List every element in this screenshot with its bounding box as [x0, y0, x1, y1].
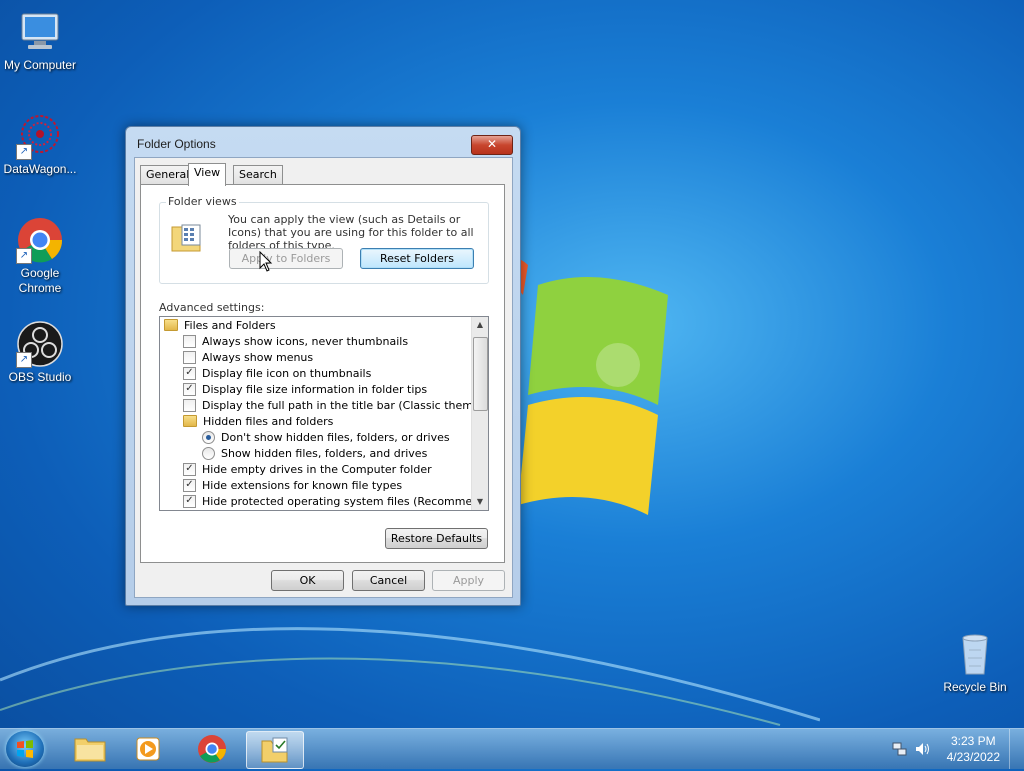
desktop-icon-label: DataWagon... — [3, 162, 77, 176]
datawagon-icon: ↗ — [16, 112, 64, 160]
checkbox[interactable]: ✓ — [183, 366, 196, 380]
list-item-label: Always show icons, never thumbnails — [202, 335, 409, 348]
clock[interactable]: 3:23 PM 4/23/2022 — [947, 733, 1000, 765]
computer-icon — [16, 8, 64, 56]
advanced-settings-list: Files and Folders Always show icons, neve… — [159, 316, 489, 511]
mouse-cursor-icon — [259, 251, 273, 272]
restore-defaults-button[interactable]: Restore Defaults — [385, 528, 488, 549]
chrome-icon — [198, 735, 226, 763]
list-item[interactable]: Always show menus — [183, 350, 313, 366]
start-button[interactable] — [6, 731, 44, 767]
tab-view[interactable]: View — [188, 163, 227, 186]
tab-search[interactable]: Search — [233, 165, 283, 184]
apply-to-folders-button[interactable]: Apply to Folders — [229, 248, 343, 269]
shortcut-arrow-icon: ↗ — [16, 144, 32, 160]
list-item-label: Display file size information in folder … — [202, 383, 428, 396]
windows-logo-icon — [17, 740, 33, 758]
folder-icon — [183, 415, 197, 427]
folder-views-group: Folder views You can apply the view (suc… — [159, 195, 489, 284]
view-tab-panel: Folder views You can apply the view (suc… — [140, 184, 505, 563]
scroll-up-arrow-icon[interactable]: ▲ — [472, 317, 488, 333]
scrollbar-thumb[interactable] — [473, 337, 488, 411]
checkbox[interactable] — [183, 398, 196, 412]
advanced-settings-label: Advanced settings: — [159, 301, 265, 314]
system-tray: 3:23 PM 4/23/2022 — [884, 729, 1024, 769]
reset-folders-button[interactable]: Reset Folders — [360, 248, 474, 269]
desktop-icon-label: Recycle Bin — [943, 680, 1007, 694]
shortcut-arrow-icon: ↗ — [16, 352, 32, 368]
wallpaper-windows-logo — [508, 258, 668, 515]
clock-time: 3:23 PM — [950, 734, 996, 748]
list-item[interactable]: ✓ Hide protected operating system files (… — [183, 494, 489, 510]
close-icon: ✕ — [486, 137, 498, 151]
list-item[interactable]: ✓ Display file icon on thumbnails — [183, 366, 371, 382]
explorer-icon — [74, 738, 106, 762]
obs-icon: ↗ — [16, 320, 64, 368]
cancel-button[interactable]: Cancel — [352, 570, 425, 591]
network-icon[interactable] — [892, 741, 908, 757]
taskbar-explorer-button[interactable] — [62, 731, 118, 767]
list-item-label: Don't show hidden files, folders, or dri… — [221, 431, 450, 444]
checkbox[interactable] — [183, 350, 196, 364]
list-item[interactable]: ✓ Hide empty drives in the Computer folde… — [183, 462, 432, 478]
list-item[interactable]: Always show icons, never thumbnails — [183, 334, 408, 350]
taskbar-chrome-button[interactable] — [184, 731, 240, 767]
volume-icon[interactable] — [914, 741, 930, 757]
advanced-settings-scrollbar[interactable]: ▲ ▼ — [471, 317, 488, 510]
checkbox[interactable]: ✓ — [183, 462, 196, 476]
chrome-icon: ↗ — [16, 216, 64, 264]
checkbox[interactable]: ✓ — [183, 478, 196, 492]
desktop-icon-recycle-bin[interactable]: Recycle Bin — [935, 630, 1015, 695]
taskbar: 3:23 PM 4/23/2022 — [0, 728, 1024, 769]
checkbox[interactable] — [183, 334, 196, 348]
list-item-label: Display file icon on thumbnails — [202, 367, 372, 380]
list-item-label: Hide extensions for known file types — [202, 479, 403, 492]
clock-date: 4/23/2022 — [946, 750, 1000, 764]
folder-views-description: You can apply the view (such as Details … — [228, 213, 474, 252]
apply-button[interactable]: Apply — [432, 570, 505, 591]
media-player-icon — [136, 737, 160, 761]
desktop-icon-my-computer[interactable]: My Computer — [0, 8, 80, 73]
desktop-icon-label: OBS Studio — [8, 370, 72, 384]
folder-options-dialog: Folder Options ✕ General View Search Fol… — [125, 126, 521, 606]
dialog-title: Folder Options — [137, 137, 216, 151]
list-item-label: Always show menus — [202, 351, 314, 364]
list-item-label: Display the full path in the title bar (… — [202, 399, 489, 412]
radio-button[interactable] — [202, 430, 215, 444]
folder-icon — [164, 319, 178, 331]
checkbox[interactable]: ✓ — [183, 494, 196, 508]
desktop-icon-label: Google Chrome — [18, 266, 62, 295]
list-item-label: Files and Folders — [184, 319, 276, 332]
desktop-icon-google-chrome[interactable]: ↗ Google Chrome — [0, 216, 80, 296]
checkbox[interactable]: ✓ — [183, 382, 196, 396]
list-item-label: Show hidden files, folders, and drives — [221, 447, 428, 460]
list-item[interactable]: Don't show hidden files, folders, or dri… — [202, 430, 450, 446]
desktop-icon-datawagon[interactable]: ↗ DataWagon... — [0, 112, 80, 177]
list-group-header: Hidden files and folders — [183, 414, 333, 430]
folder-views-label: Folder views — [166, 195, 239, 208]
desktop-icon-obs-studio[interactable]: ↗ OBS Studio — [0, 320, 80, 385]
dialog-client-area: General View Search Folder views You can… — [134, 157, 513, 598]
list-item-label: Hidden files and folders — [203, 415, 334, 428]
taskbar-folder-options-button[interactable] — [246, 731, 304, 769]
list-item[interactable]: Show hidden files, folders, and drives — [202, 446, 427, 462]
list-item[interactable]: ✓ Display file size information in folder… — [183, 382, 427, 398]
list-item-label: Hide empty drives in the Computer folder — [202, 463, 432, 476]
radio-button[interactable] — [202, 446, 215, 460]
close-button[interactable]: ✕ — [471, 135, 513, 155]
shortcut-arrow-icon: ↗ — [16, 248, 32, 264]
folder-options-icon — [261, 737, 288, 763]
ok-button[interactable]: OK — [271, 570, 344, 591]
taskbar-media-player-button[interactable] — [122, 731, 178, 767]
list-item[interactable]: Display the full path in the title bar (… — [183, 398, 489, 414]
scroll-down-arrow-icon[interactable]: ▼ — [472, 494, 488, 510]
desktop-icon-label: My Computer — [3, 58, 77, 72]
recycle-bin-icon — [951, 630, 999, 678]
list-item[interactable]: ✓ Hide extensions for known file types — [183, 478, 402, 494]
folder-views-icon — [171, 224, 201, 252]
show-desktop-button[interactable] — [1009, 729, 1024, 769]
list-item-label: Hide protected operating system files (R… — [202, 495, 489, 508]
list-group-header: Files and Folders — [164, 318, 276, 334]
